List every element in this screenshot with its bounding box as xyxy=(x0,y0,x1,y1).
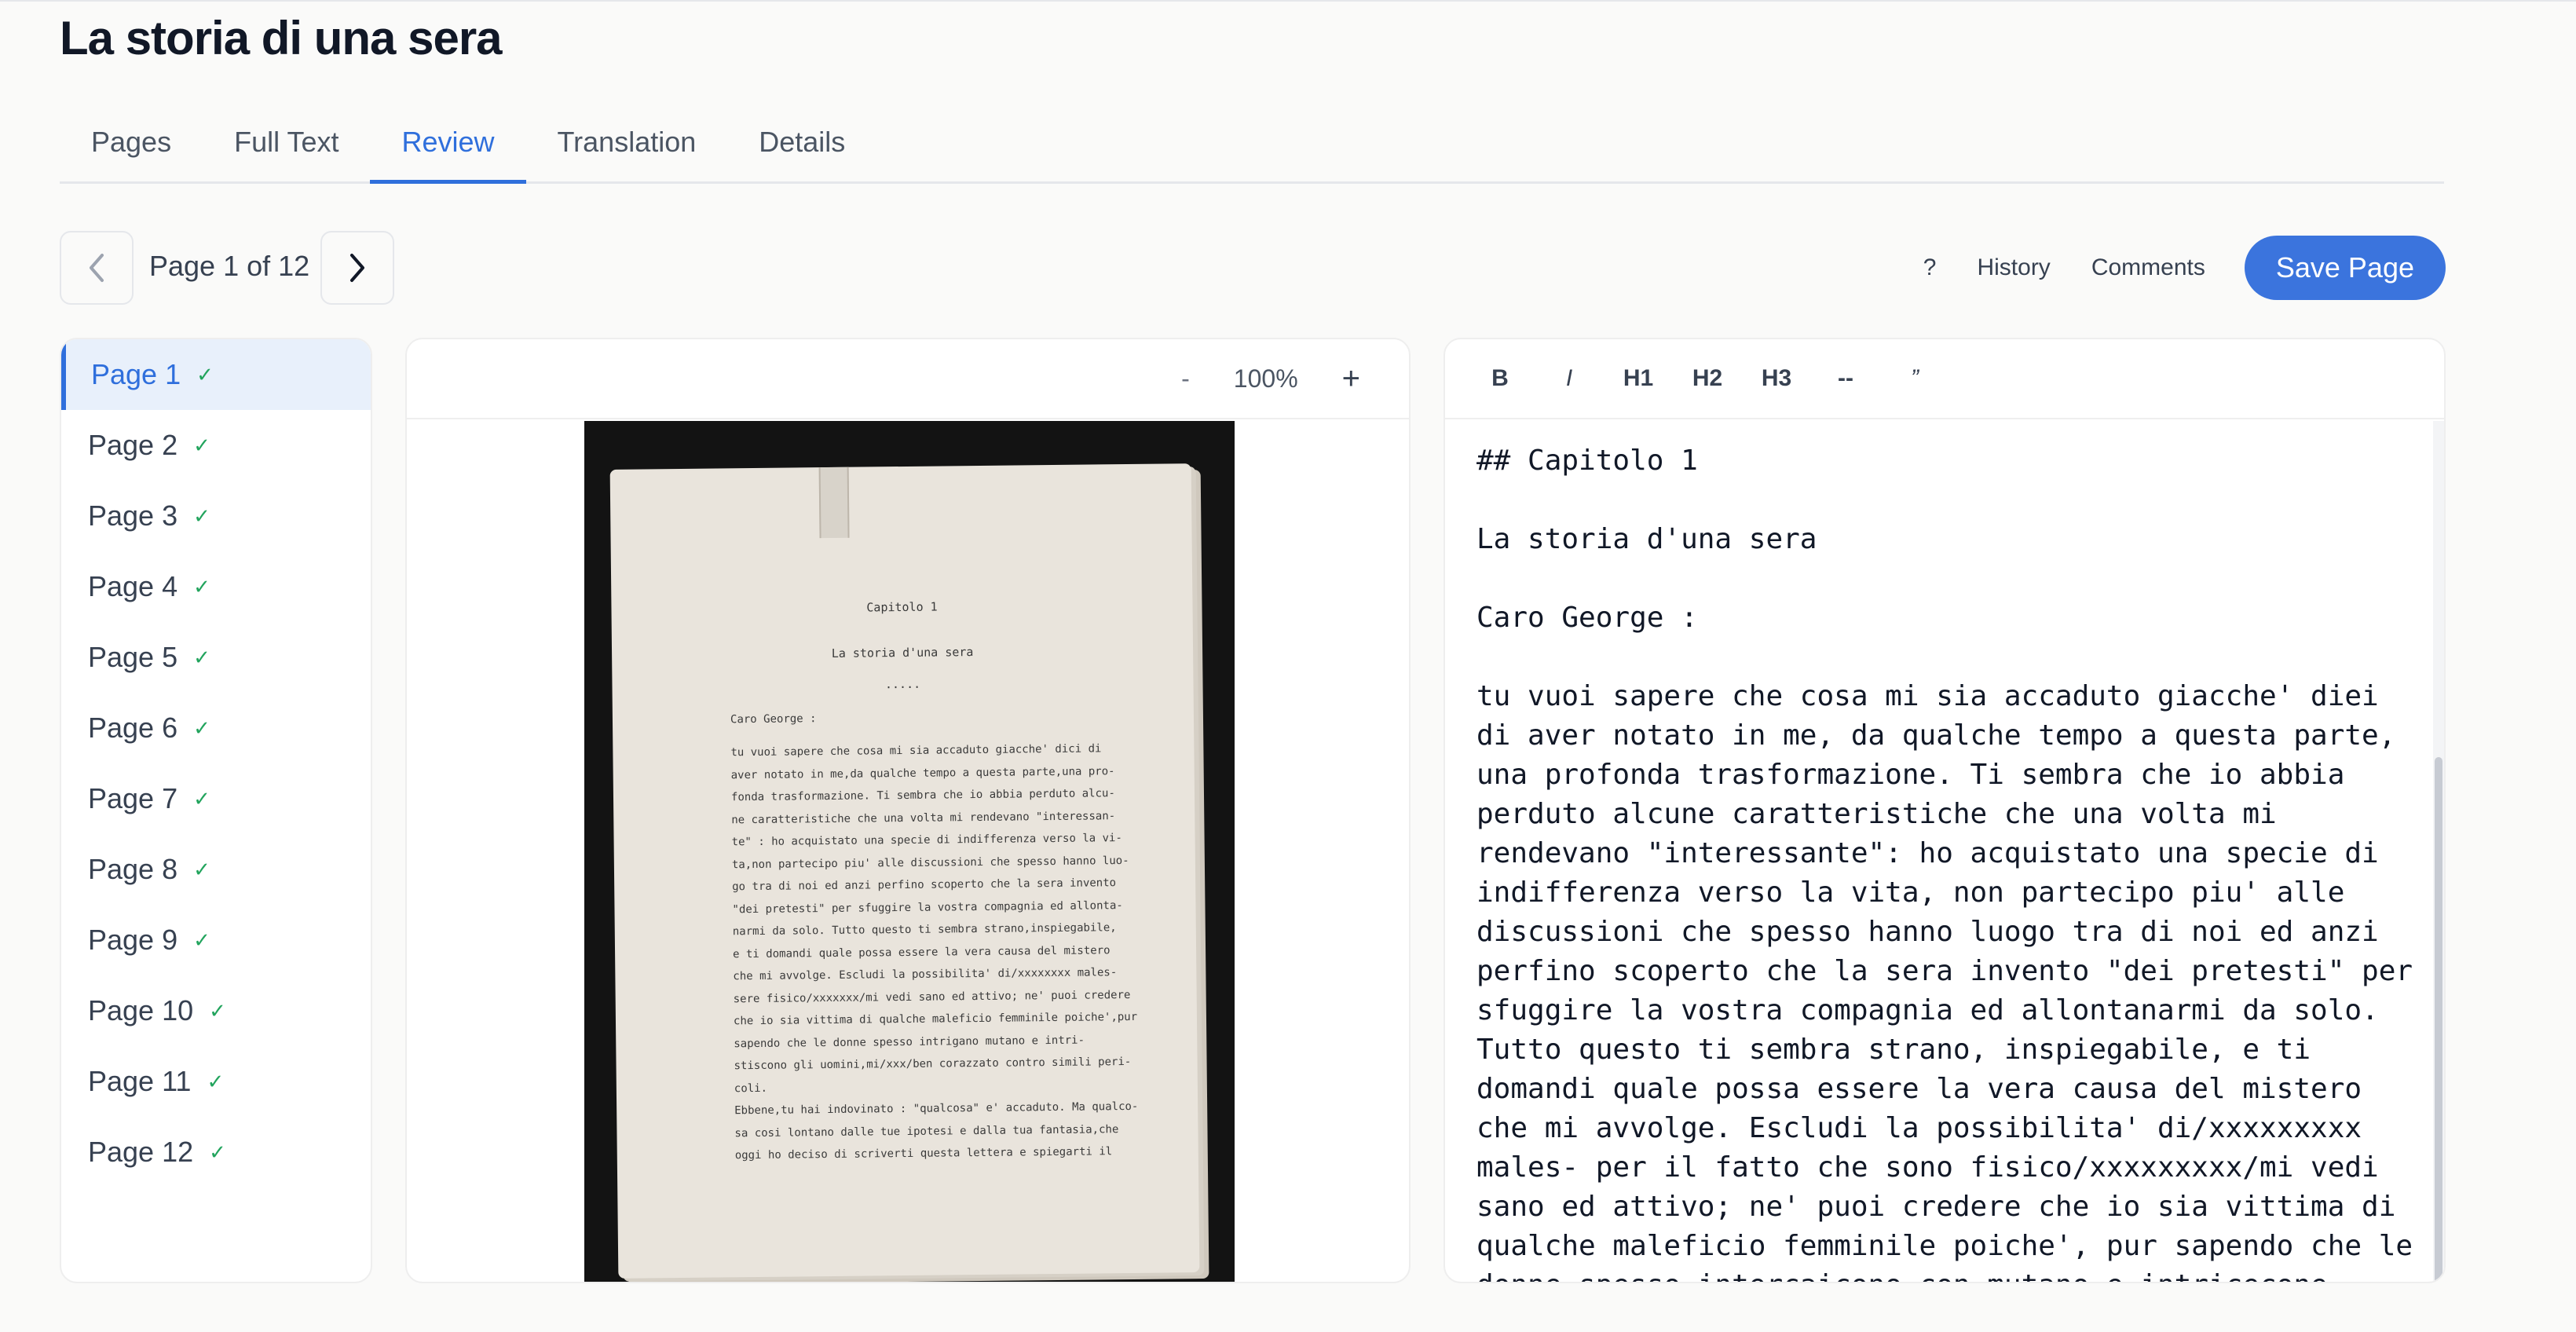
save-page-button[interactable]: Save Page xyxy=(2244,236,2446,300)
horizontal-rule-button[interactable]: -- xyxy=(1811,365,1880,392)
binder-clip xyxy=(818,467,850,539)
page-list-item-label: Page 3 xyxy=(88,500,178,532)
page-list-item-label: Page 11 xyxy=(88,1065,192,1097)
check-icon: ✓ xyxy=(193,574,210,598)
page-list-item[interactable]: Page 10 ✓ xyxy=(61,975,371,1046)
tab-bar: Pages Full Text Review Translation Detai… xyxy=(60,118,2444,184)
scan-dots: ..... xyxy=(884,676,921,692)
quote-button[interactable]: ” xyxy=(1880,365,1949,392)
tab-details[interactable]: Details xyxy=(727,118,876,184)
page-list-item-label: Page 4 xyxy=(88,570,178,602)
page-actions: ? History Comments Save Page xyxy=(1903,236,2446,300)
image-viewer: - 100% + Capitolo 1 La storia d'una sera… xyxy=(405,338,1411,1283)
check-icon: ✓ xyxy=(193,715,210,740)
page-list-item[interactable]: Page 1 ✓ xyxy=(61,339,371,410)
page-list-item[interactable]: Page 4 ✓ xyxy=(61,551,371,622)
page-list-item[interactable]: Page 9 ✓ xyxy=(61,905,371,975)
page-title: La storia di una sera xyxy=(60,12,503,64)
check-icon: ✓ xyxy=(209,1140,226,1164)
heading-3-button[interactable]: H3 xyxy=(1742,365,1811,392)
check-icon: ✓ xyxy=(196,362,214,386)
text-editor: B I H1 H2 H3 -- ” ## Capitolo 1 La stori… xyxy=(1444,338,2446,1283)
tab-translation[interactable]: Translation xyxy=(526,118,728,184)
editor-textarea[interactable]: ## Capitolo 1 La storia d'una sera Caro … xyxy=(1476,441,2419,1282)
page-list-item[interactable]: Page 7 ✓ xyxy=(61,763,371,834)
page-list-item-label: Page 2 xyxy=(88,429,178,461)
chevron-left-icon xyxy=(90,254,104,282)
check-icon: ✓ xyxy=(193,928,210,952)
editor-scrollbar-thumb[interactable] xyxy=(2435,757,2442,1282)
check-icon: ✓ xyxy=(193,645,210,669)
heading-1-button[interactable]: H1 xyxy=(1604,365,1673,392)
zoom-in-button[interactable]: + xyxy=(1325,361,1378,397)
typewritten-page: Capitolo 1 La storia d'una sera ..... Ca… xyxy=(609,463,1200,1279)
previous-page-button[interactable] xyxy=(60,231,134,305)
comments-button[interactable]: Comments xyxy=(2071,236,2226,300)
page-list-item-label: Page 7 xyxy=(88,782,178,814)
chevron-right-icon xyxy=(350,254,364,282)
zoom-out-button[interactable]: - xyxy=(1164,364,1207,393)
tab-full-text[interactable]: Full Text xyxy=(203,118,370,184)
page-list-item[interactable]: Page 11 ✓ xyxy=(61,1046,371,1117)
check-icon: ✓ xyxy=(193,503,210,528)
check-icon: ✓ xyxy=(207,1069,225,1093)
page-list-item-label: Page 1 xyxy=(91,358,181,390)
page-list-item[interactable]: Page 2 ✓ xyxy=(61,410,371,481)
page-list-item-label: Page 10 xyxy=(88,994,194,1026)
page-list-item-label: Page 6 xyxy=(88,712,178,744)
page-list-item-label: Page 5 xyxy=(88,641,178,673)
bold-button[interactable]: B xyxy=(1465,365,1535,392)
scan-chapter: Capitolo 1 xyxy=(866,599,938,615)
check-icon: ✓ xyxy=(209,998,226,1023)
italic-button[interactable]: I xyxy=(1535,365,1604,392)
check-icon: ✓ xyxy=(193,433,210,457)
page-indicator: Page 1 of 12 xyxy=(149,250,310,282)
zoom-level: 100% xyxy=(1233,364,1298,393)
page-list-item[interactable]: Page 3 ✓ xyxy=(61,481,371,551)
tab-review[interactable]: Review xyxy=(370,118,526,184)
page-list-item[interactable]: Page 12 ✓ xyxy=(61,1117,371,1187)
heading-2-button[interactable]: H2 xyxy=(1673,365,1742,392)
page-list: Page 1 ✓ Page 2 ✓ Page 3 ✓ Page 4 ✓ Page 5 ✓ … xyxy=(60,338,372,1283)
scan-greeting: Caro George : xyxy=(730,712,817,726)
page-scan-image[interactable]: Capitolo 1 La storia d'una sera ..... Ca… xyxy=(584,421,1235,1282)
editor-toolbar: B I H1 H2 H3 -- ” xyxy=(1445,339,2444,419)
page-list-item[interactable]: Page 5 ✓ xyxy=(61,622,371,693)
viewer-toolbar: - 100% + xyxy=(407,339,1409,419)
scan-heading: La storia d'una sera xyxy=(831,645,974,661)
check-icon: ✓ xyxy=(193,786,210,811)
page-list-item[interactable]: Page 8 ✓ xyxy=(61,834,371,905)
history-button[interactable]: History xyxy=(1956,236,2070,300)
help-button[interactable]: ? xyxy=(1903,236,1957,300)
top-divider xyxy=(0,0,2576,2)
page-list-item-label: Page 8 xyxy=(88,853,178,885)
page-list-item-label: Page 9 xyxy=(88,924,178,956)
next-page-button[interactable] xyxy=(320,231,394,305)
check-icon: ✓ xyxy=(193,857,210,881)
page-list-item[interactable]: Page 6 ✓ xyxy=(61,693,371,763)
tab-pages[interactable]: Pages xyxy=(60,118,203,184)
scan-body: tu vuoi sapere che cosa mi sia accaduto … xyxy=(730,742,1139,1162)
page-list-item-label: Page 12 xyxy=(88,1136,194,1168)
